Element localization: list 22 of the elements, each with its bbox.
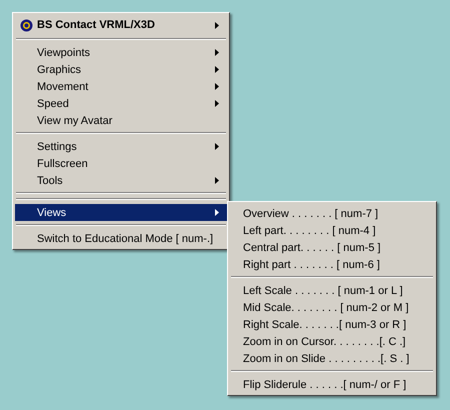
- menu-item[interactable]: Zoom in on Cursor. . . . . . . .[. C .]: [230, 333, 434, 350]
- menu-item[interactable]: Movement: [15, 78, 227, 95]
- menu-item[interactable]: View my Avatar: [15, 112, 227, 129]
- menu-item[interactable]: Overview . . . . . . . [ num-7 ]: [230, 205, 434, 222]
- ring-icon: [20, 18, 32, 32]
- menu-item[interactable]: Switch to Educational Mode [ num-.]: [15, 230, 227, 247]
- menu-item[interactable]: Left Scale . . . . . . . [ num-1 or L ]: [230, 282, 434, 299]
- menu-item[interactable]: Graphics: [15, 61, 227, 78]
- menu-item[interactable]: Left part. . . . . . . . [ num-4 ]: [230, 222, 434, 239]
- menu-item[interactable]: Mid Scale. . . . . . . . [ num-2 or M ]: [230, 299, 434, 316]
- menu-item[interactable]: Right part . . . . . . . [ num-6 ]: [230, 256, 434, 273]
- menu-item[interactable]: Viewpoints: [15, 44, 227, 61]
- menu-item[interactable]: Zoom in on Slide . . . . . . . . .[. S . ]: [230, 350, 434, 367]
- menu-item[interactable]: Fullscreen: [15, 155, 227, 172]
- menu-item[interactable]: Right Scale. . . . . . .[ num-3 or R ]: [230, 316, 434, 333]
- menu-item[interactable]: Settings: [15, 138, 227, 155]
- menu-item[interactable]: BS Contact VRML/X3D: [15, 15, 227, 35]
- menu-item[interactable]: Views: [15, 204, 227, 221]
- menu-item[interactable]: Flip Sliderule . . . . . .[ num-/ or F ]: [230, 376, 434, 393]
- menu-item[interactable]: Central part. . . . . . [ num-5 ]: [230, 239, 434, 256]
- menu-item[interactable]: Tools: [15, 172, 227, 189]
- menu-item[interactable]: Speed: [15, 95, 227, 112]
